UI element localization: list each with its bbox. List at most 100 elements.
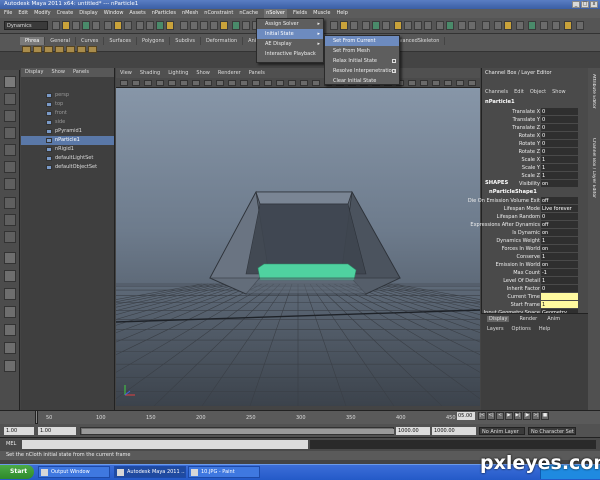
outliner-item[interactable]: top [21, 100, 114, 109]
channel-box-tab[interactable]: Channel Box / Layer Editor [591, 138, 596, 218]
menu-create[interactable]: Create [57, 9, 74, 18]
viewport-tool-icon[interactable] [288, 80, 296, 86]
channel-row[interactable]: Translate Z0 [485, 124, 580, 132]
channel-value[interactable]: -1 [541, 269, 578, 276]
statusline-tool-icon[interactable] [124, 21, 132, 30]
channel-box-menu-show[interactable]: Show [552, 89, 566, 95]
outliner-item[interactable]: nParticle1 [21, 136, 114, 145]
channel-box-object-name[interactable]: nParticle1 [485, 99, 515, 105]
statusline-tool-icon[interactable] [482, 21, 490, 30]
nsolver-menu-item[interactable]: AE Display ▸ [257, 39, 323, 49]
viewport-tool-icon[interactable] [144, 80, 152, 86]
viewport-tool-icon[interactable] [264, 80, 272, 86]
channel-row[interactable]: Lifespan Random 0 [485, 213, 580, 221]
channel-value[interactable]: 0 [541, 132, 578, 139]
statusline-tool-icon[interactable] [200, 21, 208, 30]
outliner-item[interactable]: front [21, 109, 114, 118]
menu-edit[interactable]: Edit [18, 9, 28, 18]
initial-state-menu-item[interactable]: Resolve Interpenetration [325, 66, 399, 76]
statusline-tool-icon[interactable] [516, 21, 524, 30]
toolbox-tool-icon[interactable] [4, 144, 16, 156]
channel-row[interactable]: Scale X1 [485, 156, 580, 164]
channel-value[interactable]: 1 [541, 237, 578, 244]
nsolver-menu-item[interactable]: Assign Solver ▸ [257, 19, 323, 29]
command-language-label[interactable]: MEL [6, 441, 16, 447]
channel-value[interactable]: 0 [541, 285, 578, 292]
statusline-tool-icon[interactable] [446, 21, 454, 30]
toolbox-tool-icon[interactable] [4, 127, 16, 139]
viewport-tool-icon[interactable] [204, 80, 212, 86]
toolbox-tool-icon[interactable] [4, 324, 16, 336]
channel-value[interactable]: on [541, 261, 578, 268]
channel-row[interactable]: Emission In World on [485, 261, 580, 269]
character-set-selector[interactable]: No Character Set [528, 427, 576, 435]
nsolver-menu-item[interactable]: Initial State ▸ [257, 29, 323, 39]
playback-button[interactable]: |▶ [523, 412, 531, 420]
viewport-tool-icon[interactable] [444, 80, 452, 86]
menu-display[interactable]: Display [79, 9, 97, 18]
shelf-tab-phrea[interactable]: Phrea [20, 37, 46, 45]
taskbar-task[interactable]: Output Window [38, 466, 110, 478]
viewport-tool-icon[interactable] [252, 80, 260, 86]
statusline-tool-icon[interactable] [458, 21, 466, 30]
shelf-item-icon[interactable] [55, 46, 64, 53]
toolbox-tool-icon[interactable] [4, 288, 16, 300]
menu-help[interactable]: Help [336, 9, 347, 18]
playback-button[interactable]: |< [478, 412, 486, 420]
outliner-item[interactable]: defaultLightSet [21, 154, 114, 163]
channel-value[interactable]: 0 [541, 124, 578, 131]
statusline-tool-icon[interactable] [540, 21, 548, 30]
channel-value[interactable]: 1 [541, 301, 578, 308]
statusline-tool-icon[interactable] [414, 21, 422, 30]
statusline-tool-icon[interactable] [362, 21, 370, 30]
channel-row[interactable]: Forces In World on [485, 245, 580, 253]
channel-row[interactable]: Translate Y0 [485, 116, 580, 124]
statusline-tool-icon[interactable] [340, 21, 348, 30]
anim-layer-selector[interactable]: No Anim Layer [479, 427, 525, 435]
viewport-tool-icon[interactable] [120, 80, 128, 86]
toolbox-tool-icon[interactable] [4, 161, 16, 173]
statusline-tool-icon[interactable] [576, 21, 584, 30]
toolbox-tool-icon[interactable] [4, 76, 16, 88]
channel-value[interactable]: 0 [541, 116, 578, 123]
toolbox-tool-icon[interactable] [4, 306, 16, 318]
channel-value[interactable]: off [541, 197, 578, 204]
statusline-tool-icon[interactable] [52, 21, 60, 30]
statusline-tool-icon[interactable] [372, 21, 380, 30]
viewport-tool-icon[interactable] [312, 80, 320, 86]
viewport-menu-lighting[interactable]: Lighting [168, 68, 188, 78]
statusline-tool-icon[interactable] [504, 21, 512, 30]
toolbox-tool-icon[interactable] [4, 93, 16, 105]
attribute-editor-tab[interactable]: Attribute Editor [591, 74, 596, 134]
statusline-tool-icon[interactable] [382, 21, 390, 30]
current-time-field[interactable]: 05.00 [457, 412, 475, 420]
viewport-tool-icon[interactable] [216, 80, 224, 86]
viewport-menu-panels[interactable]: Panels [249, 68, 265, 78]
taskbar-task[interactable]: Autodesk Maya 2011 ... [114, 466, 186, 478]
start-button[interactable]: Start [0, 465, 34, 479]
statusline-tool-icon[interactable] [220, 21, 228, 30]
viewport-tool-icon[interactable] [408, 80, 416, 86]
statusline-tool-icon[interactable] [552, 21, 560, 30]
initial-state-menu-item[interactable]: Set From Mesh [325, 46, 399, 56]
shelf-item-icon[interactable] [33, 46, 42, 53]
statusline-tool-icon[interactable] [210, 21, 218, 30]
channel-value[interactable] [541, 293, 578, 300]
channel-value[interactable]: 1 [541, 277, 578, 284]
viewport-menu-renderer[interactable]: Renderer [218, 68, 241, 78]
statusline-tool-icon[interactable] [180, 21, 188, 30]
outliner-item[interactable]: defaultObjectSet [21, 163, 114, 172]
viewport-tool-icon[interactable] [240, 80, 248, 86]
viewport-tool-icon[interactable] [456, 80, 464, 86]
channel-value[interactable]: 1 [541, 253, 578, 260]
outliner-item[interactable]: nRigid1 [21, 145, 114, 154]
statusline-tool-icon[interactable] [350, 21, 358, 30]
perspective-viewport[interactable] [116, 88, 480, 406]
shelf-item-icon[interactable] [66, 46, 75, 53]
outliner-menu-panels[interactable]: Panels [73, 68, 89, 77]
channel-value[interactable]: on [541, 180, 578, 187]
statusline-tool-icon[interactable] [528, 21, 536, 30]
menu-nmesh[interactable]: nMesh [182, 9, 198, 18]
playback-button[interactable]: < [496, 412, 504, 420]
statusline-tool-icon[interactable] [92, 21, 100, 30]
